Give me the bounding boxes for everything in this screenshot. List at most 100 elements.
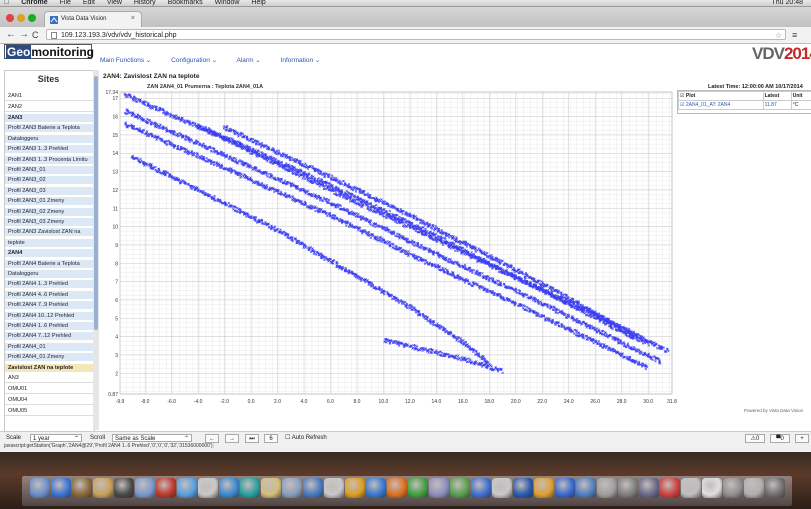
menu-edit[interactable]: Edit [83,0,95,6]
site-item[interactable]: OMU04 [5,396,93,405]
y-tick-label: 17 [112,96,118,102]
sidebar-list-item[interactable]: Profil 2AN3_03 [5,186,93,195]
sidebar-list-item[interactable]: Profil 2AN3_02 [5,176,93,185]
main-nav: Main Functions ⌄ Configuration ⌄ Alarm ⌄… [100,56,338,64]
x-tick-label: 28.0 [617,399,627,405]
sites-title: Sites [37,74,60,84]
back-button[interactable]: ← [6,29,16,41]
y-tick-label: 13 [112,170,118,176]
nav-alarm[interactable]: Alarm ⌄ [237,57,261,64]
sidebar-list-item[interactable]: Profil 2AN3_02 Zmeny [5,207,93,216]
sidebar-list-item[interactable]: Profil 2AN4 Baterie a Teplota [5,259,93,268]
x-tick-label: 2.0 [274,399,281,405]
x-tick-label: 10.0 [379,399,389,405]
site-item[interactable]: 2AN2 [5,103,93,112]
sidebar-list-item[interactable]: Profil 2AN3_01 [5,166,93,174]
mac-menubar:  Chrome File Edit View History Bookmark… [0,0,811,7]
x-tick-label: -2.0 [220,399,229,405]
x-tick-label: 14.0 [432,399,442,405]
sidebar-list-item[interactable]: Profil 2AN4 1..3 Prehled [5,280,93,289]
close-window-icon[interactable] [6,14,14,22]
x-tick-label: 26.0 [590,399,600,405]
x-tick-label: 16.0 [458,399,468,405]
x-tick-label: -9.9 [116,399,125,405]
y-tick-label: 11 [113,206,118,212]
chrome-menu-icon[interactable]: ≡ [792,29,797,41]
geomonitoring-logo[interactable]: Geomonitoring [4,44,94,59]
x-tick-label: 24.0 [564,399,574,405]
site-group-header[interactable]: 2AN3 [5,114,93,122]
x-tick-label: 20.0 [511,399,521,405]
sidebar-list-item[interactable]: Profil 2AN3 Baterie a Teplota [5,124,93,133]
menu-history[interactable]: History [134,0,156,6]
site-item[interactable]: OMU01 [5,385,93,394]
y-tick-label: 14 [112,151,118,157]
y-tick-label: 9 [115,243,118,249]
y-tick-label: 17.34 [105,90,118,96]
vdv-brand-logo: VDV2014 [752,44,811,63]
y-tick-label: 10 [112,225,118,231]
sidebar-list-item[interactable]: Profil 2AN4 7..9 Prehled [5,301,93,310]
scatter-chart[interactable]: -9.9 -8.0 -6.0 -4.0 -2.0 0.0 2.0 4.0 6.0 8.0 10.0 1… [100,88,678,413]
sidebar-list-item[interactable]: Dataloggeru [5,134,93,143]
x-tick-label: 22.0 [537,399,547,405]
y-tick-label: 2 [115,371,118,377]
sidebar-list-item[interactable]: Profil 2AN4 1..6 Prehled [5,322,93,330]
x-tick-label: -4.0 [194,399,203,405]
site-group-header[interactable]: 2AN4 [5,249,93,258]
nav-configuration[interactable]: Configuration ⌄ [171,57,217,64]
minimize-window-icon[interactable] [17,14,25,22]
sidebar-list-item[interactable]: Profil 2AN3 1..3 Procenta Limitu [5,155,93,164]
sidebar-list-item[interactable]: Profil 2AN4_01 [5,342,93,351]
x-tick-label: 12.0 [405,399,415,405]
site-item[interactable]: 2AN1 [5,92,93,101]
bookmark-star-icon[interactable]: ☆ [775,30,782,41]
sidebar-list-item[interactable]: Profil 2AN3 1..3 Prehled [5,145,93,154]
url-text: 109.123.193.3/vdv/vdv_historical.php [61,32,177,39]
apple-menu-icon[interactable]:  [4,0,9,6]
y-tick-label: 3 [115,353,118,359]
x-tick-label: -8.0 [141,399,150,405]
site-item[interactable]: OMU05 [5,407,93,416]
zoom-window-icon[interactable] [28,14,36,22]
sidebar-list-item[interactable]: Profil 2AN3_03 Zmeny [5,218,93,226]
y-tick-label: 0.87 [108,392,118,398]
tab-title: Vista Data Vision [61,16,107,22]
tab-close-icon[interactable]: × [131,15,135,22]
y-tick-label: 4 [115,335,118,341]
menu-window[interactable]: Window [215,0,240,6]
sidebar-list-item[interactable]: Profil 2AN3 Zavislost ZAN na [5,228,93,237]
sidebar-list-item[interactable]: teplote [5,238,93,247]
sidebar-list-item[interactable]: Profil 2AN3_01 Zmeny [5,197,93,206]
x-tick-label: 31.8 [667,399,677,405]
browser-tab[interactable]: Vista Data Vision × [44,11,142,28]
url-bar[interactable]: 109.123.193.3/vdv/vdv_historical.php ☆ [46,29,786,40]
x-tick-label: -6.0 [167,399,176,405]
nav-information[interactable]: Information ⌄ [281,57,321,64]
menu-file[interactable]: File [60,0,71,6]
sidebar-list-item[interactable]: Profil 2AN4_01 Zmeny [5,353,93,362]
x-tick-label: 30.0 [643,399,653,405]
y-tick-label: 16 [112,115,118,121]
menu-bookmarks[interactable]: Bookmarks [168,0,203,6]
y-tick-label: 7 [115,280,118,286]
sidebar-list-item[interactable]: Zavislost ZAN na teplote [5,363,93,372]
forward-button[interactable]: → [19,29,29,41]
menu-help[interactable]: Help [251,0,265,6]
app-menu[interactable]: Chrome [21,0,47,6]
menu-view[interactable]: View [107,0,122,6]
plot-area [119,91,673,395]
nav-main-functions[interactable]: Main Functions ⌄ [100,57,151,64]
sidebar-list-item[interactable]: Profil 2AN4 4..6 Prehled [5,290,93,299]
reload-button[interactable]: C [32,29,39,41]
x-tick-label: 4.0 [301,399,308,405]
chart-title: 2AN4: Zavislost ZAN na teplote [103,73,200,80]
sidebar-list-item[interactable]: Profil 2AN4 10..12 Prehled [5,311,93,320]
y-tick-label: 15 [112,133,118,139]
sidebar-scroll-thumb[interactable] [94,76,98,330]
sidebar-list-item[interactable]: Profil 2AN4 7..12 Prehled [5,332,93,341]
sidebar-list-item[interactable]: Dataloggeru [5,270,93,278]
page-icon [51,32,57,39]
x-tick-label: 8.0 [353,399,360,405]
site-item[interactable]: AN3 [5,374,93,383]
